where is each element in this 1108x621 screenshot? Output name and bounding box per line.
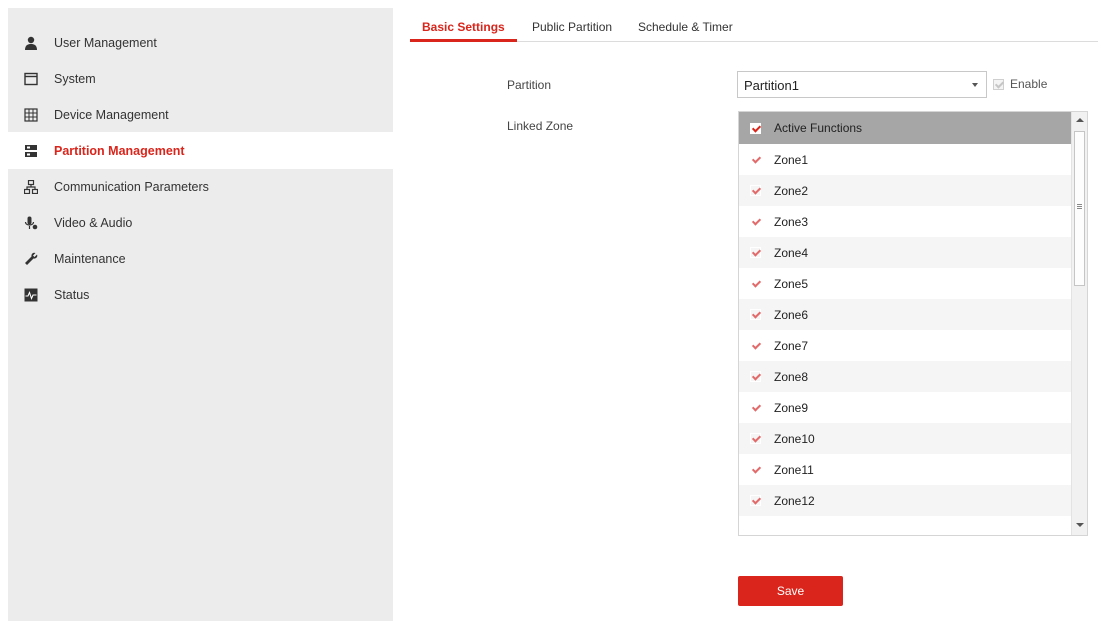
partition-icon [23,143,39,159]
scroll-up-arrow-icon[interactable] [1076,118,1084,122]
zone-checkbox[interactable] [750,185,761,196]
partition-select[interactable]: Partition1 [737,71,987,98]
partition-label: Partition [507,78,552,92]
zone-checkbox[interactable] [750,309,761,320]
zone-row-12[interactable]: Zone12 [739,485,1072,516]
network-icon [23,179,39,195]
zone-row-9[interactable]: Zone9 [739,392,1072,423]
tab-schedule-timer[interactable]: Schedule & Timer [638,20,733,34]
sidebar-item-device-management[interactable]: Device Management [8,96,393,133]
sidebar: User Management System Device Management… [8,8,393,621]
save-button[interactable]: Save [738,576,843,606]
sidebar-item-label: Partition Management [54,143,185,158]
zone-checkbox[interactable] [750,433,761,444]
partition-select-value: Partition1 [744,78,799,93]
zone-label: Zone6 [774,307,809,322]
enable-checkbox[interactable]: Enable [993,77,1047,91]
linked-zone-label: Linked Zone [507,119,574,133]
zone-checkbox[interactable] [750,154,761,165]
zone-list-header[interactable]: Active Functions [739,112,1072,144]
sidebar-item-label: Device Management [54,107,169,122]
zone-row-6[interactable]: Zone6 [739,299,1072,330]
zone-label: Zone7 [774,338,809,353]
sidebar-item-user-management[interactable]: User Management [8,24,393,61]
zone-checkbox[interactable] [750,278,761,289]
zone-label: Zone10 [774,431,815,446]
sidebar-item-label: Status [54,287,90,302]
zone-label: Zone8 [774,369,809,384]
zone-row-4[interactable]: Zone4 [739,237,1072,268]
sidebar-item-label: System [54,71,96,86]
zone-label: Zone3 [774,214,809,229]
grid-device-icon [23,107,39,123]
zone-row-7[interactable]: Zone7 [739,330,1072,361]
sidebar-item-partition-management[interactable]: Partition Management [8,132,393,169]
sidebar-item-maintenance[interactable]: Maintenance [8,240,393,277]
zone-checkbox[interactable] [750,464,761,475]
pulse-icon [23,287,39,303]
zone-row-3[interactable]: Zone3 [739,206,1072,237]
chevron-down-icon [972,83,978,87]
zone-row-11[interactable]: Zone11 [739,454,1072,485]
window-icon [23,71,39,87]
select-all-checkbox[interactable] [750,122,761,134]
user-icon [23,35,39,51]
sidebar-item-label: User Management [54,35,157,50]
scroll-down-arrow-icon[interactable] [1076,523,1084,527]
linked-zone-list: Active Functions Zone1 Zone2 Zone3 Zone4… [738,111,1088,536]
active-tab-indicator [410,39,517,42]
sidebar-item-label: Maintenance [54,251,126,266]
sidebar-item-label: Video & Audio [54,215,133,230]
zone-row-10[interactable]: Zone10 [739,423,1072,454]
zone-checkbox[interactable] [750,216,761,227]
zone-label: Zone5 [774,276,809,291]
tab-public-partition[interactable]: Public Partition [532,20,612,34]
zone-label: Zone11 [774,462,814,477]
sidebar-item-status[interactable]: Status [8,276,393,313]
zone-label: Zone12 [774,493,815,508]
zone-list-scrollbar[interactable] [1071,112,1087,535]
zone-label: Zone9 [774,400,809,415]
sidebar-item-communication-parameters[interactable]: Communication Parameters [8,168,393,205]
zone-checkbox[interactable] [750,371,761,382]
zone-label: Zone4 [774,245,809,260]
sidebar-item-label: Communication Parameters [54,179,209,194]
zone-checkbox[interactable] [750,247,761,258]
microphone-icon [23,215,39,231]
grip-icon [1077,204,1082,209]
zone-row-1[interactable]: Zone1 [739,144,1072,175]
scroll-thumb[interactable] [1074,131,1085,286]
zone-row-5[interactable]: Zone5 [739,268,1072,299]
enable-check-icon[interactable] [993,78,1004,90]
zone-checkbox[interactable] [750,340,761,351]
zone-list-header-label: Active Functions [774,121,863,135]
sidebar-item-system[interactable]: System [8,60,393,97]
enable-label: Enable [1010,77,1048,91]
sidebar-item-video-audio[interactable]: Video & Audio [8,204,393,241]
tab-basic-settings[interactable]: Basic Settings [422,20,505,34]
zone-checkbox[interactable] [750,402,761,413]
tab-bar: Basic Settings Public Partition Schedule… [410,18,1098,42]
wrench-icon [23,251,39,267]
zone-label: Zone2 [774,183,809,198]
zone-label: Zone1 [774,152,809,167]
zone-row-8[interactable]: Zone8 [739,361,1072,392]
zone-checkbox[interactable] [750,495,761,506]
zone-row-2[interactable]: Zone2 [739,175,1072,206]
